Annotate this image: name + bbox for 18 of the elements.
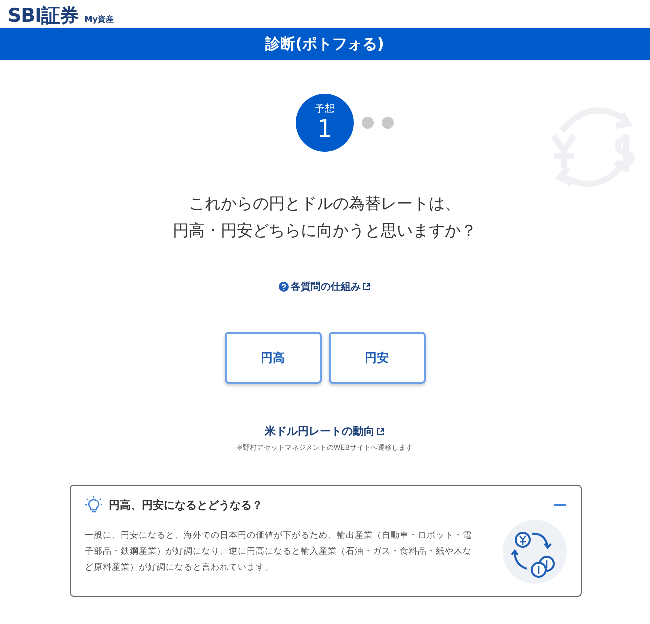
rate-link[interactable]: 米ドル円レートの動向	[265, 424, 375, 439]
help-link[interactable]: 各質問の仕組み	[291, 280, 361, 294]
logo-subtitle: My資産	[84, 14, 114, 26]
step-number: 1	[317, 116, 333, 142]
external-link-icon	[377, 428, 385, 436]
info-text: 一般に、円安になると、海外での日本円の価値が下がるため、輸出産業（自動車・ロボット・電子部品・鉄鋼産業）が好調になり、逆に円高になると輸入産業（石油・ガス・食料品・紙や木など原料産業）が好調になると言われています。	[85, 530, 473, 575]
answer-button[interactable]: 円安	[328, 332, 426, 384]
question-text: 円高・円安どちらに向かうと思いますか？	[172, 220, 478, 242]
external-link-icon	[363, 283, 371, 291]
info-title: 円高、円安になるとどうなる？	[109, 498, 264, 512]
question-text: これからの円とドルの為替レートは、	[188, 193, 462, 215]
help-icon	[279, 282, 289, 292]
currency-exchange-illustration	[503, 520, 567, 584]
brand-logo: SBI証券	[8, 4, 79, 28]
lightbulb-icon	[85, 496, 103, 514]
step-label: 予想	[315, 104, 335, 116]
answer-button[interactable]: 円高	[224, 332, 322, 384]
title-bar: 診断(ポトフォる)	[0, 28, 650, 60]
